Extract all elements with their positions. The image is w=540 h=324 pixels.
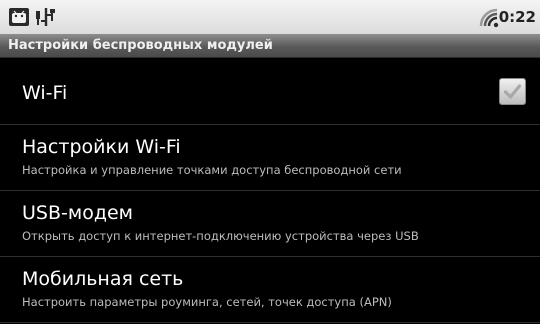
wifi-toggle-item[interactable]: Wi-Fi — [0, 58, 540, 125]
page-title: Настройки беспроводных модулей — [8, 38, 273, 53]
wifi-settings-item[interactable]: Настройки Wi-Fi Настройка и управление т… — [0, 125, 540, 191]
status-time: 0:22 — [498, 8, 536, 26]
wifi-checkbox[interactable] — [499, 78, 526, 105]
wifi-signal-icon — [478, 7, 500, 28]
wifi-title: Wi-Fi — [22, 82, 68, 104]
android-notification-icon — [8, 7, 30, 27]
mobile-network-item[interactable]: Мобильная сеть Настроить параметры роуми… — [0, 257, 540, 323]
check-icon — [503, 84, 522, 99]
mobile-network-summary: Настроить параметры роуминга, сетей, точ… — [22, 295, 392, 309]
android-screen: 0:22 Настройки беспроводных модулей Wi-F… — [0, 0, 540, 324]
usb-modem-title: USB-модем — [22, 202, 133, 224]
wifi-settings-title: Настройки Wi-Fi — [22, 136, 181, 158]
usb-icon — [34, 7, 58, 27]
status-bar: 0:22 — [0, 0, 540, 34]
settings-list: Wi-Fi Настройки Wi-Fi Настройка и управл… — [0, 58, 540, 323]
usb-modem-summary: Открыть доступ к интернет-подключению ус… — [22, 229, 419, 243]
wifi-settings-summary: Настройка и управление точками доступа б… — [22, 163, 402, 177]
mobile-network-title: Мобильная сеть — [22, 268, 184, 290]
usb-modem-item[interactable]: USB-модем Открыть доступ к интернет-подк… — [0, 191, 540, 257]
title-bar: Настройки беспроводных модулей — [0, 34, 540, 58]
